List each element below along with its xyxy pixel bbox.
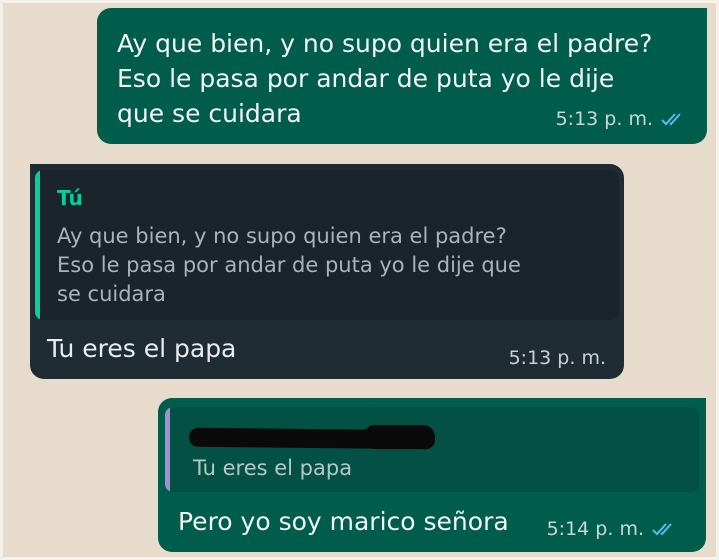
message-text: Tu eres el papa [47,334,237,363]
quote-text: Tu eres el papa [193,456,353,480]
double-check-read-icon [652,520,676,542]
message-text: Pero yo soy marico señora [178,507,509,536]
quote-author: Tú [57,186,83,210]
outgoing-message-bubble[interactable]: Tu eres el papa Pero yo soy marico señor… [158,398,706,552]
quote-accent-bar [165,407,170,492]
redacted-author-name-blob [363,425,435,449]
message-meta: 5:14 p. m. [547,518,676,542]
message-time: 5:14 p. m. [546,518,644,540]
message-meta: 5:13 p. m. [509,347,606,369]
message-meta: 5:13 p. m. [556,108,685,132]
outgoing-message-bubble[interactable]: Ay que bien, y no supo quien era el padr… [97,8,707,144]
quote-text: Ay que bien, y no supo quien era el padr… [57,224,521,306]
message-time: 5:13 p. m. [508,347,606,369]
quoted-message[interactable]: Tú Ay que bien, y no supo quien era el p… [35,170,619,320]
quote-accent-bar [35,170,40,320]
double-check-read-icon [661,110,685,132]
message-time: 5:13 p. m. [555,108,653,130]
quoted-message[interactable]: Tu eres el papa [165,407,699,492]
incoming-message-bubble[interactable]: Tú Ay que bien, y no supo quien era el p… [30,164,624,379]
